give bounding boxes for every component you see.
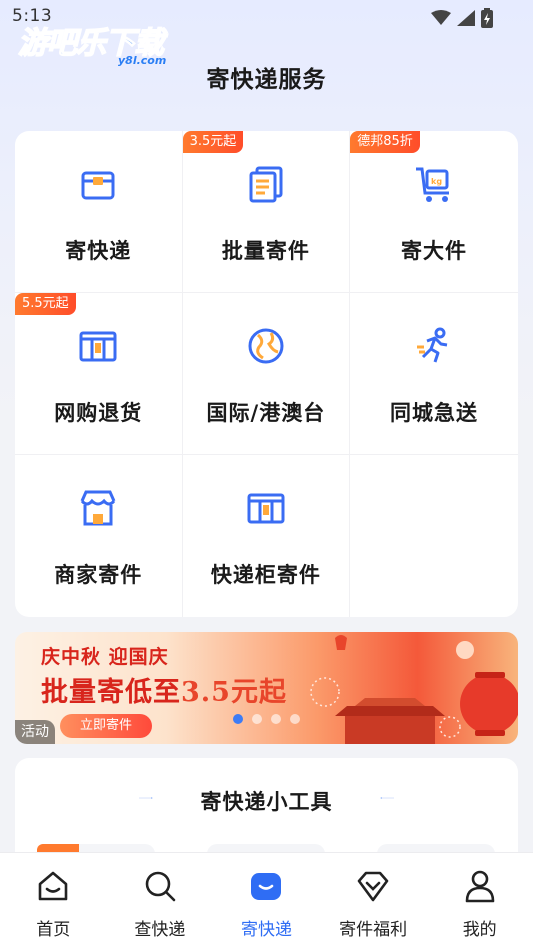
- tools-title: 寄快递小工具: [200, 790, 333, 814]
- tab-benefits[interactable]: 寄件福利: [320, 853, 427, 948]
- service-locker-send[interactable]: 快递柜寄件: [183, 455, 351, 617]
- banner-headline: 批量寄低至3.5元起: [41, 670, 287, 709]
- service-label: 商家寄件: [54, 563, 143, 587]
- bottom-tab-bar: 首页 查快递 寄快递 寄件福利 我的: [0, 852, 533, 948]
- service-label: 批量寄件: [221, 239, 310, 263]
- banner-headline-text: 批量寄低至: [41, 677, 181, 708]
- profile-icon: [465, 870, 494, 903]
- search-icon: [145, 871, 176, 902]
- carousel-indicator: [233, 714, 300, 724]
- battery-icon: [481, 8, 493, 28]
- tab-label: 我的: [462, 920, 497, 940]
- service-label: 同城急送: [389, 401, 478, 425]
- page-title: 寄快递服务: [206, 67, 327, 93]
- tab-label: 寄件福利: [339, 920, 408, 940]
- carousel-dot[interactable]: [271, 714, 281, 724]
- promo-banner[interactable]: 庆中秋 迎国庆 批量寄低至3.5元起 立即寄件 活动: [15, 632, 518, 744]
- service-label: 网购退货: [54, 401, 143, 425]
- service-grid: 寄快递 3.5元起 批量寄件 德邦85折 kg 寄大件 5.5元起 网购退货 国…: [15, 131, 518, 617]
- tab-send[interactable]: 寄快递: [213, 853, 320, 948]
- carousel-dot[interactable]: [290, 714, 300, 724]
- carousel-dot[interactable]: [233, 714, 243, 724]
- box-icon: [81, 171, 115, 200]
- runner-icon: [416, 327, 448, 363]
- cart-kg-icon: kg: [415, 167, 449, 202]
- service-send-express[interactable]: 寄快递: [15, 131, 183, 293]
- tab-home[interactable]: 首页: [0, 853, 107, 948]
- globe-icon: [248, 328, 284, 364]
- service-same-city[interactable]: 同城急送: [350, 293, 518, 455]
- service-international[interactable]: 国际/港澳台: [182, 293, 351, 455]
- svg-text:kg: kg: [431, 177, 442, 186]
- promo-tag: 5.5元起: [15, 293, 76, 315]
- service-batch-send[interactable]: 3.5元起 批量寄件: [182, 131, 351, 293]
- wifi-icon: [431, 10, 451, 25]
- carousel-dot[interactable]: [252, 714, 262, 724]
- send-now-button[interactable]: 立即寄件: [60, 714, 153, 738]
- tab-label: 首页: [36, 920, 71, 940]
- shop-icon: [80, 490, 116, 526]
- service-label: 寄大件: [400, 239, 467, 263]
- service-label: 快递柜寄件: [210, 563, 321, 587]
- home-icon: [38, 871, 68, 901]
- tab-profile[interactable]: 我的: [426, 853, 533, 948]
- service-bulky-send[interactable]: 德邦85折 kg 寄大件: [350, 131, 518, 293]
- locker-icon: [247, 493, 285, 524]
- promo-tag: 3.5元起: [182, 131, 244, 153]
- service-label: 寄快递: [65, 239, 132, 263]
- service-online-return[interactable]: 5.5元起 网购退货: [15, 293, 183, 455]
- tab-label: 寄快递: [240, 920, 292, 940]
- documents-icon: [249, 166, 283, 203]
- banner-heading: 庆中秋 迎国庆: [41, 646, 169, 668]
- activity-badge: 活动: [15, 720, 55, 744]
- title-deco-right: [380, 797, 394, 799]
- service-label: 国际/港澳台: [206, 401, 326, 425]
- banner-price: 3.5元起: [181, 677, 287, 708]
- locker-icon: [79, 331, 117, 362]
- tab-label: 查快递: [134, 920, 186, 940]
- status-icons: [431, 8, 493, 28]
- service-merchant-send[interactable]: 商家寄件: [15, 455, 183, 617]
- promo-tag: 德邦85折: [350, 131, 420, 153]
- signal-icon: [457, 10, 475, 26]
- diamond-icon: [357, 871, 389, 902]
- tab-track[interactable]: 查快递: [107, 853, 214, 948]
- festival-illustration: [310, 635, 518, 744]
- send-bag-icon: [251, 873, 282, 900]
